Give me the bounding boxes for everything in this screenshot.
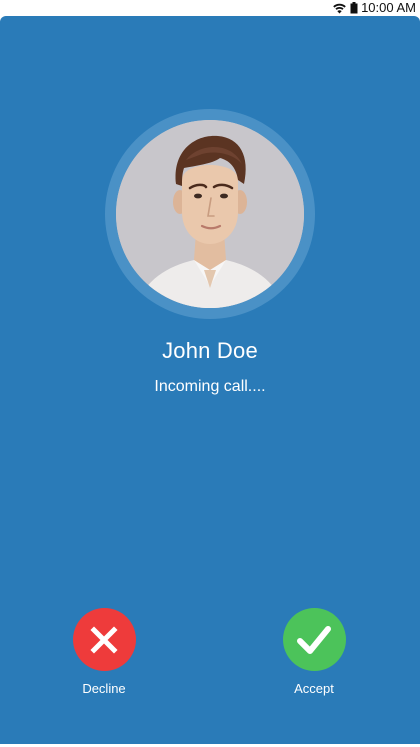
call-status-text: Incoming call.... bbox=[154, 378, 266, 395]
decline-action: Decline bbox=[59, 608, 149, 697]
caller-name: John Doe bbox=[162, 338, 258, 363]
caller-avatar bbox=[116, 120, 304, 308]
status-time: 10:00 AM bbox=[361, 0, 416, 15]
accept-button[interactable] bbox=[282, 608, 346, 671]
avatar-ring bbox=[105, 109, 315, 319]
wifi-icon bbox=[333, 3, 346, 14]
accept-label: Accept bbox=[294, 681, 334, 696]
incoming-call-screen: John Doe Incoming call.... Decline Accep… bbox=[0, 16, 420, 744]
battery-icon bbox=[350, 2, 358, 14]
accept-action: Accept bbox=[269, 608, 359, 697]
check-icon bbox=[297, 625, 331, 654]
status-bar: 10:00 AM bbox=[0, 0, 420, 16]
decline-label: Decline bbox=[82, 681, 126, 696]
decline-button[interactable] bbox=[72, 608, 136, 671]
close-icon bbox=[90, 625, 118, 654]
